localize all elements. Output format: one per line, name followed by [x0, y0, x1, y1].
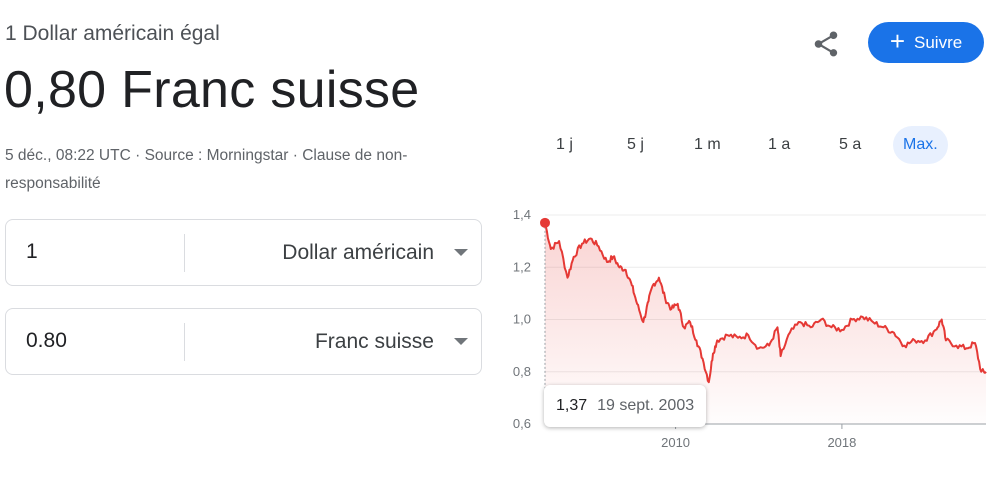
- chevron-down-icon: [454, 249, 468, 256]
- y-tick-label: 1,0: [513, 312, 531, 327]
- divider: [184, 234, 185, 272]
- from-amount-input[interactable]: [26, 240, 176, 264]
- y-tick-label: 0,6: [513, 416, 531, 431]
- y-tick-label: 0,8: [513, 364, 531, 379]
- meta-separator: ·: [130, 147, 145, 164]
- tab-max[interactable]: Max.: [893, 126, 948, 164]
- tab-5-years[interactable]: 5 a: [831, 126, 869, 164]
- follow-label: Suivre: [914, 32, 963, 52]
- chart-tooltip: 1,37 19 sept. 2003: [544, 385, 707, 427]
- share-icon: [814, 31, 838, 57]
- x-tick-label: 2010: [661, 435, 690, 450]
- tab-5-days[interactable]: 5 j: [619, 126, 652, 164]
- timestamp: 5 déc., 08:22 UTC: [5, 147, 131, 164]
- divider: [184, 323, 185, 361]
- x-tick-label: 2018: [827, 435, 856, 450]
- to-currency-select[interactable]: Franc suisse: [196, 309, 482, 374]
- rate-meta: 5 déc., 08:22 UTC · Source : Morningstar…: [5, 142, 485, 198]
- meta-separator: ·: [288, 147, 303, 164]
- y-tick-label: 1,2: [513, 259, 531, 274]
- source-link[interactable]: Source : Morningstar: [145, 147, 289, 164]
- plus-icon: +: [889, 26, 905, 56]
- tooltip-value: 1,37: [556, 397, 588, 414]
- conversion-result: 0,80 Franc suisse: [4, 61, 420, 119]
- time-range-tabs: 1 j 5 j 1 m 1 a 5 a Max.: [530, 126, 960, 164]
- y-tick-label: 1,4: [513, 207, 531, 222]
- follow-button[interactable]: + Suivre: [868, 22, 984, 63]
- hover-point: [540, 217, 550, 228]
- chevron-down-icon: [454, 338, 468, 345]
- converter-to: Franc suisse: [5, 308, 482, 375]
- tab-1-day[interactable]: 1 j: [548, 126, 581, 164]
- converter-from: Dollar américain: [5, 219, 482, 286]
- to-amount-input[interactable]: [26, 329, 176, 353]
- tooltip-date: 19 sept. 2003: [597, 397, 695, 414]
- tab-1-year[interactable]: 1 a: [760, 126, 798, 164]
- to-currency-label: Franc suisse: [314, 329, 434, 353]
- tab-1-month[interactable]: 1 m: [686, 126, 729, 164]
- conversion-subtitle: 1 Dollar américain égal: [5, 22, 220, 45]
- share-button[interactable]: [806, 24, 846, 64]
- from-currency-label: Dollar américain: [282, 240, 434, 264]
- from-currency-select[interactable]: Dollar américain: [196, 220, 482, 285]
